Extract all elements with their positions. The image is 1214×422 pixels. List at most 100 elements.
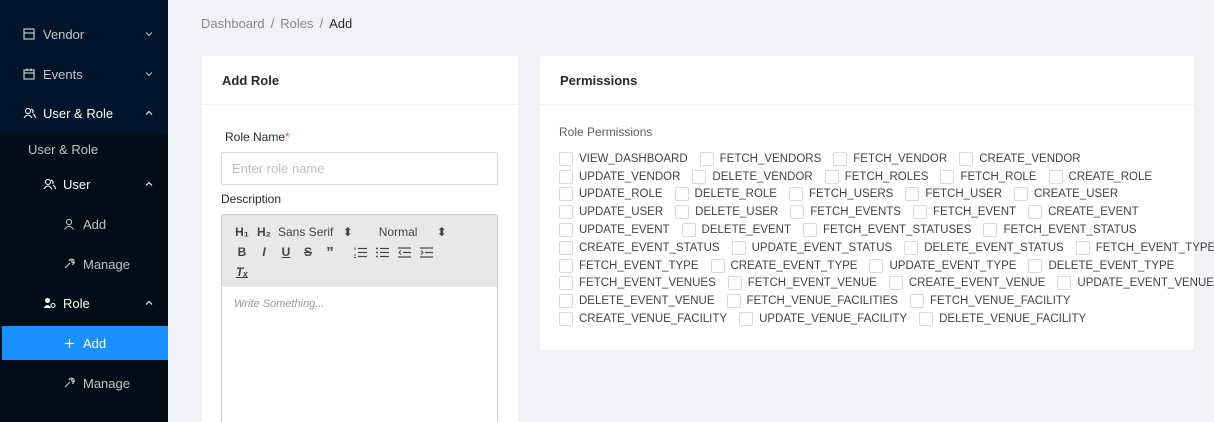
permission-checkbox[interactable] — [559, 312, 573, 327]
underline-button[interactable]: U — [278, 244, 294, 260]
permission-checkbox-item[interactable]: DELETE_VENUE_FACILITY — [919, 312, 1086, 327]
permission-checkbox-item[interactable]: FETCH_EVENT_TYPE — [559, 258, 699, 273]
permission-checkbox-item[interactable]: FETCH_EVENTS — [790, 205, 901, 220]
permission-checkbox[interactable] — [559, 223, 573, 238]
permission-checkbox-item[interactable]: DELETE_EVENT_TYPE — [1028, 258, 1174, 273]
ordered-list-icon[interactable] — [352, 244, 368, 260]
permission-checkbox-item[interactable]: FETCH_VENUE_FACILITY — [909, 294, 1071, 309]
strike-button[interactable]: S — [300, 244, 316, 260]
permission-checkbox-item[interactable]: DELETE_EVENT_VENUE — [559, 294, 715, 309]
permission-checkbox[interactable] — [559, 169, 573, 184]
permission-checkbox-item[interactable]: UPDATE_EVENT — [559, 223, 670, 238]
permission-checkbox[interactable] — [788, 187, 803, 202]
permission-checkbox[interactable] — [1028, 258, 1043, 273]
permission-checkbox[interactable] — [675, 205, 690, 220]
permission-checkbox-item[interactable]: CREATE_ROLE — [1048, 169, 1152, 184]
permission-checkbox-item[interactable]: CREATE_EVENT — [1028, 205, 1139, 220]
permission-checkbox-item[interactable]: FETCH_VENUE_FACILITIES — [726, 294, 898, 309]
permission-checkbox-item[interactable]: CREATE_VENUE_FACILITY — [559, 312, 727, 327]
permission-checkbox[interactable] — [869, 258, 884, 273]
permission-checkbox[interactable] — [824, 169, 839, 184]
permission-checkbox[interactable] — [559, 258, 573, 273]
permission-checkbox-item[interactable]: DELETE_EVENT_STATUS — [904, 240, 1064, 255]
permission-checkbox-item[interactable]: FETCH_USER — [905, 187, 1002, 202]
permission-checkbox[interactable] — [833, 151, 848, 166]
permission-checkbox[interactable] — [790, 205, 805, 220]
permission-checkbox-item[interactable]: FETCH_USERS — [788, 187, 893, 202]
permission-checkbox-item[interactable]: DELETE_USER — [675, 205, 778, 220]
blockquote-button[interactable]: ” — [322, 244, 338, 261]
permission-checkbox-item[interactable]: FETCH_EVENT — [912, 205, 1016, 220]
permission-checkbox-item[interactable]: UPDATE_EVENT_STATUS — [731, 240, 892, 255]
permission-checkbox[interactable] — [726, 294, 741, 309]
sidebar-item-vendor[interactable]: Vendor — [0, 17, 168, 51]
permission-checkbox-item[interactable]: FETCH_ROLES — [824, 169, 928, 184]
permission-checkbox-item[interactable]: FETCH_VENDOR — [833, 151, 947, 166]
permission-checkbox-item[interactable]: FETCH_EVENT_VENUE — [727, 276, 877, 291]
permission-checkbox-item[interactable]: CREATE_VENDOR — [959, 151, 1081, 166]
permission-checkbox[interactable] — [1014, 187, 1029, 202]
sidebar-item-user-manage[interactable]: Manage — [0, 247, 168, 281]
permission-checkbox[interactable] — [912, 205, 927, 220]
permission-checkbox[interactable] — [1028, 205, 1043, 220]
permission-checkbox[interactable] — [1075, 240, 1090, 255]
indent-icon[interactable] — [418, 244, 434, 260]
sidebar-item-role-add[interactable]: Add — [2, 326, 168, 360]
clear-format-button[interactable]: Tₓ — [234, 264, 250, 280]
permission-checkbox[interactable] — [710, 258, 725, 273]
font-select[interactable]: Sans Serif ⬍ — [278, 225, 353, 239]
permission-checkbox[interactable] — [919, 312, 934, 327]
sidebar-item-user-role-group[interactable]: User & Role — [0, 132, 168, 166]
role-name-input[interactable]: Enter role name — [221, 152, 498, 185]
permission-checkbox-item[interactable]: FETCH_EVENT_VENUES — [559, 276, 716, 291]
permission-checkbox[interactable] — [727, 276, 742, 291]
permission-checkbox[interactable] — [692, 169, 707, 184]
permission-checkbox-item[interactable]: UPDATE_VENUE_FACILITY — [739, 312, 907, 327]
sidebar-item-events[interactable]: Events — [0, 57, 168, 91]
permission-checkbox-item[interactable]: FETCH_VENDORS — [699, 151, 821, 166]
permission-checkbox[interactable] — [803, 223, 818, 238]
permission-checkbox-item[interactable]: VIEW_DASHBOARD — [559, 151, 688, 166]
permission-checkbox[interactable] — [983, 223, 998, 238]
permission-checkbox[interactable] — [1057, 276, 1072, 291]
permission-checkbox-item[interactable]: UPDATE_ROLE — [559, 187, 663, 202]
bullet-list-icon[interactable] — [374, 244, 390, 260]
permission-checkbox-item[interactable]: CREATE_USER — [1014, 187, 1118, 202]
permission-checkbox[interactable] — [905, 187, 920, 202]
permission-checkbox-item[interactable]: DELETE_VENDOR — [692, 169, 813, 184]
permission-checkbox[interactable] — [559, 294, 573, 309]
permission-checkbox[interactable] — [674, 187, 689, 202]
permission-checkbox[interactable] — [959, 151, 974, 166]
permission-checkbox[interactable] — [559, 276, 573, 291]
sidebar-item-role[interactable]: Role — [0, 286, 168, 320]
outdent-icon[interactable] — [396, 244, 412, 260]
permission-checkbox-item[interactable]: UPDATE_USER — [559, 205, 663, 220]
sidebar-item-role-manage[interactable]: Manage — [0, 366, 168, 400]
permission-checkbox[interactable] — [904, 240, 919, 255]
permission-checkbox[interactable] — [559, 205, 573, 220]
permission-checkbox[interactable] — [681, 223, 696, 238]
permission-checkbox-item[interactable]: CREATE_EVENT_STATUS — [559, 240, 720, 255]
bold-button[interactable]: B — [234, 244, 250, 260]
permission-checkbox[interactable] — [559, 240, 573, 255]
permission-checkbox-item[interactable]: CREATE_EVENT_TYPE — [710, 258, 857, 273]
breadcrumb-item[interactable]: Roles — [280, 16, 313, 31]
permission-checkbox-item[interactable]: UPDATE_EVENT_TYPE — [869, 258, 1016, 273]
permission-checkbox-item[interactable]: FETCH_EVENT_TYPES — [1075, 240, 1214, 255]
permission-checkbox-item[interactable]: FETCH_EVENT_STATUS — [983, 223, 1137, 238]
permission-checkbox[interactable] — [909, 294, 924, 309]
breadcrumb-item[interactable]: Dashboard — [201, 16, 265, 31]
permission-checkbox[interactable] — [888, 276, 903, 291]
permission-checkbox-item[interactable]: UPDATE_EVENT_VENUE — [1057, 276, 1214, 291]
permission-checkbox-item[interactable]: CREATE_EVENT_VENUE — [888, 276, 1045, 291]
permission-checkbox[interactable] — [731, 240, 746, 255]
size-select[interactable]: Normal ⬍ — [379, 225, 447, 239]
sidebar-item-user-role[interactable]: User & Role — [0, 96, 168, 130]
header2-button[interactable]: H₂ — [256, 224, 272, 240]
sidebar-item-user[interactable]: User — [0, 167, 168, 201]
permission-checkbox-item[interactable]: UPDATE_VENDOR — [559, 169, 680, 184]
description-editor[interactable]: Write Something... — [221, 287, 498, 422]
permission-checkbox-item[interactable]: DELETE_ROLE — [674, 187, 777, 202]
permission-checkbox-item[interactable]: FETCH_ROLE — [940, 169, 1037, 184]
italic-button[interactable]: I — [256, 244, 272, 260]
